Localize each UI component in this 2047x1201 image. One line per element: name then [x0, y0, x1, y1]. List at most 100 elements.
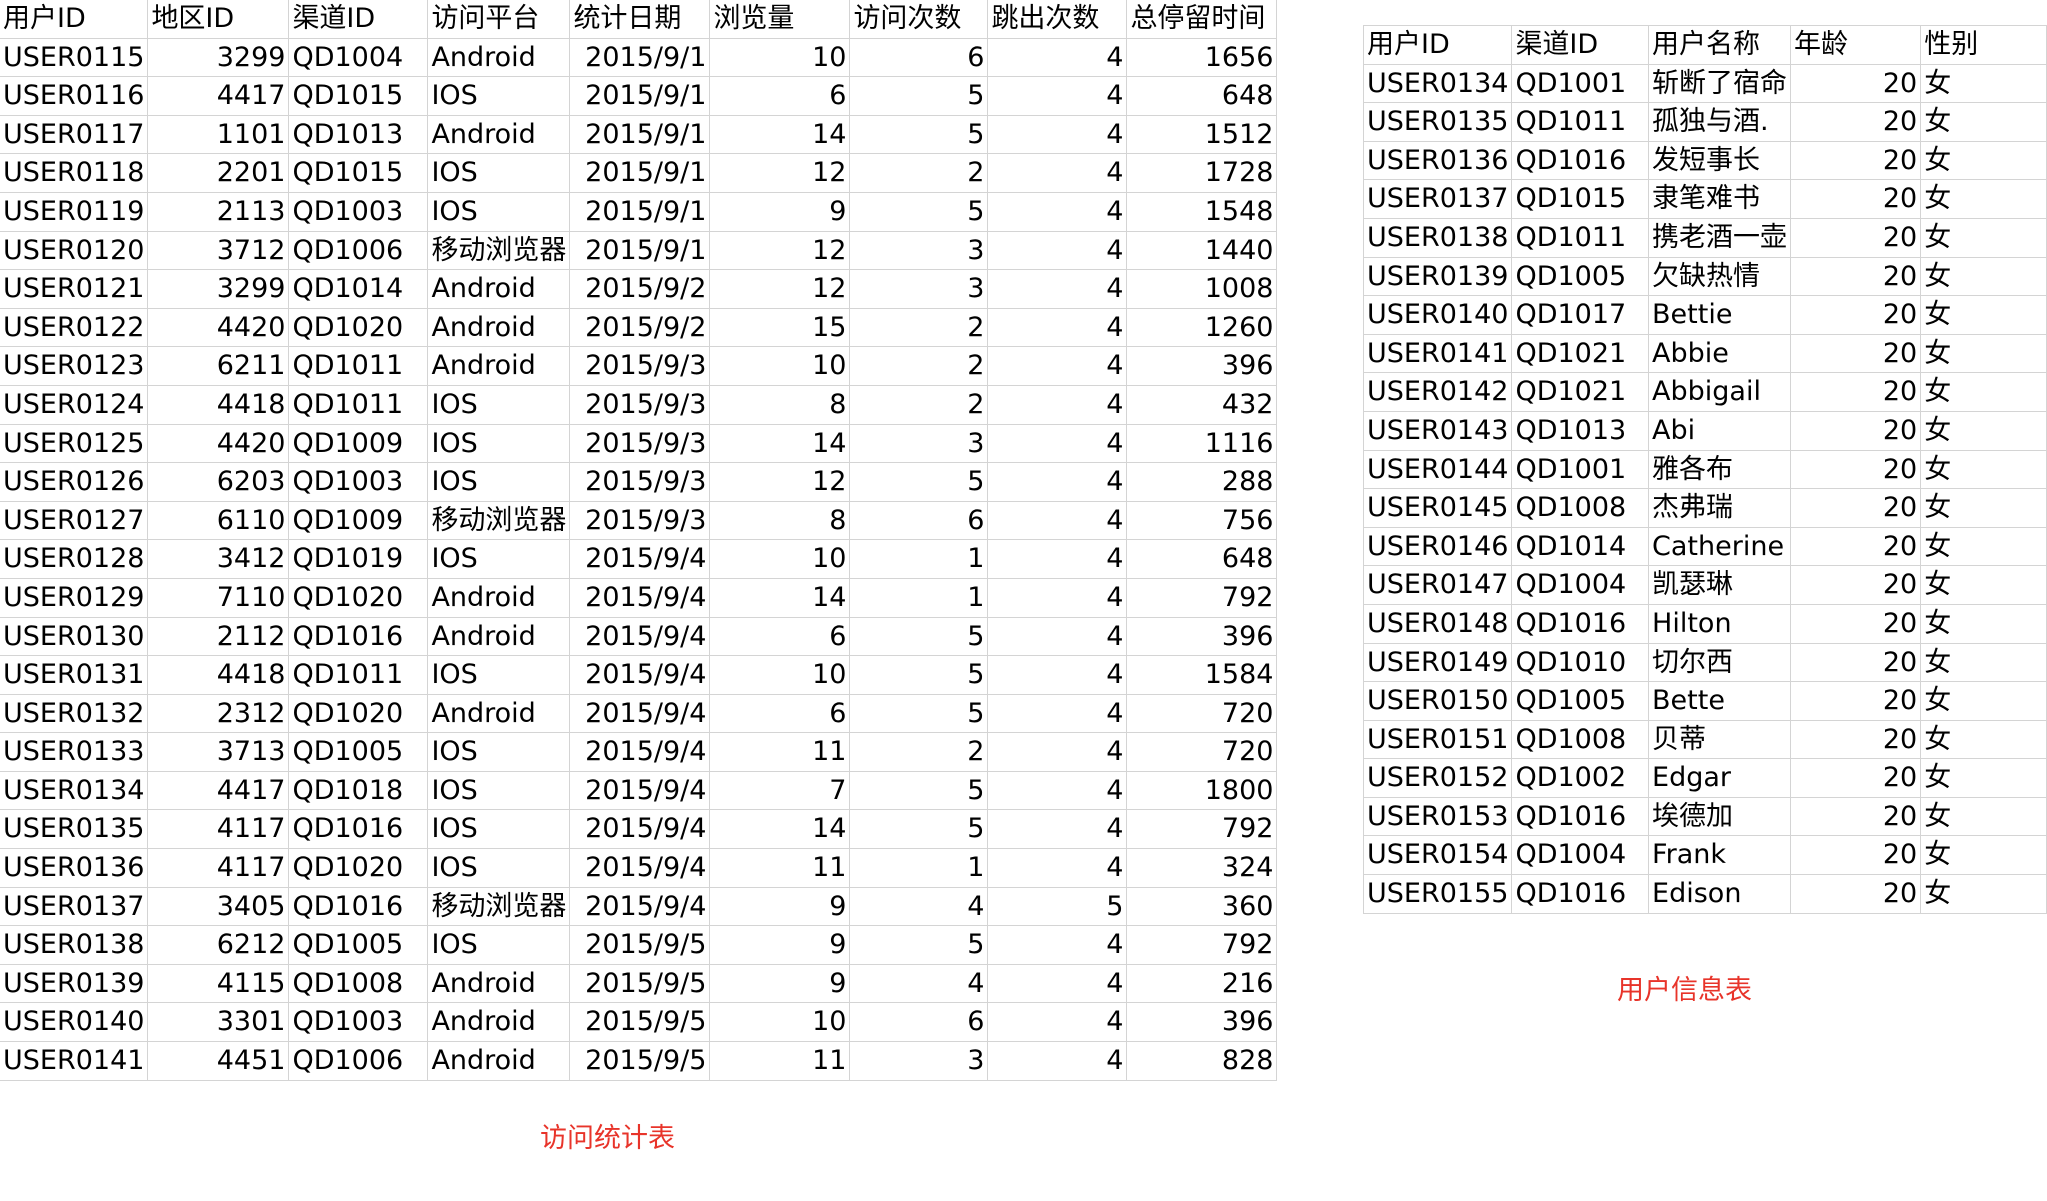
table-cell[interactable]: 20 — [1790, 64, 1922, 104]
table-cell[interactable]: QD1016 — [1511, 141, 1650, 181]
table-cell[interactable]: 11 — [709, 1041, 851, 1081]
table-cell[interactable]: 9 — [709, 887, 851, 927]
table-cell[interactable]: QD1006 — [288, 231, 429, 271]
table-cell[interactable]: 4 — [987, 694, 1128, 734]
table-cell[interactable]: 4 — [987, 925, 1128, 965]
table-cell[interactable]: QD1004 — [1511, 565, 1650, 605]
table-cell[interactable]: 6 — [849, 38, 989, 78]
table-cell[interactable]: IOS — [427, 153, 571, 193]
column-header[interactable]: 用户ID — [0, 0, 149, 39]
table-cell[interactable]: 4 — [987, 153, 1128, 193]
table-cell[interactable]: USER0151 — [1362, 720, 1513, 760]
table-cell[interactable]: 女 — [1920, 141, 2047, 181]
table-cell[interactable]: 6 — [709, 617, 851, 657]
table-cell[interactable]: USER0141 — [1362, 334, 1513, 374]
table-cell[interactable]: 5 — [849, 617, 989, 657]
table-cell[interactable]: 1 — [849, 539, 989, 579]
table-cell[interactable]: 2 — [849, 153, 989, 193]
table-cell[interactable]: 1584 — [1126, 655, 1278, 695]
table-cell[interactable]: IOS — [427, 655, 571, 695]
table-cell[interactable]: 2015/9/5 — [569, 925, 711, 965]
table-cell[interactable]: USER0142 — [1362, 372, 1513, 412]
table-cell[interactable]: QD1013 — [1511, 411, 1650, 451]
table-cell[interactable]: 4 — [987, 462, 1128, 502]
table-cell[interactable]: Android — [427, 38, 571, 78]
table-cell[interactable]: QD1004 — [288, 38, 429, 78]
column-header[interactable]: 地区ID — [147, 0, 290, 39]
table-cell[interactable]: QD1014 — [288, 269, 429, 309]
table-cell[interactable]: 4 — [987, 964, 1128, 1004]
table-cell[interactable]: 女 — [1920, 257, 2047, 297]
table-cell[interactable]: Hilton — [1648, 604, 1792, 644]
table-cell[interactable]: USER0130 — [0, 617, 149, 657]
table-cell[interactable]: IOS — [427, 462, 571, 502]
table-cell[interactable]: 20 — [1790, 179, 1922, 219]
table-cell[interactable]: 2015/9/4 — [569, 694, 711, 734]
table-cell[interactable]: QD1017 — [1511, 295, 1650, 335]
column-header[interactable]: 性别 — [1920, 25, 2047, 65]
table-cell[interactable]: 1548 — [1126, 192, 1278, 232]
table-cell[interactable]: Bettie — [1648, 295, 1792, 335]
table-cell[interactable]: 女 — [1920, 643, 2047, 683]
table-cell[interactable]: 女 — [1920, 372, 2047, 412]
table-cell[interactable]: 4417 — [147, 76, 290, 116]
table-cell[interactable]: QD1015 — [288, 153, 429, 193]
table-cell[interactable]: 2015/9/3 — [569, 462, 711, 502]
table-cell[interactable]: QD1021 — [1511, 372, 1650, 412]
table-cell[interactable]: 发短事长 — [1648, 141, 1792, 181]
table-cell[interactable]: 女 — [1920, 758, 2047, 798]
table-cell[interactable]: USER0134 — [1362, 64, 1513, 104]
table-cell[interactable]: 孤独与酒. — [1648, 102, 1792, 142]
table-cell[interactable]: 5 — [849, 115, 989, 155]
table-cell[interactable]: 4 — [987, 578, 1128, 618]
table-cell[interactable]: 10 — [709, 38, 851, 78]
table-cell[interactable]: QD1013 — [288, 115, 429, 155]
table-cell[interactable]: 288 — [1126, 462, 1278, 502]
table-cell[interactable]: Android — [427, 617, 571, 657]
table-cell[interactable]: USER0134 — [0, 771, 149, 811]
table-cell[interactable]: 女 — [1920, 874, 2047, 914]
table-cell[interactable]: QD1005 — [288, 732, 429, 772]
table-cell[interactable]: 女 — [1920, 334, 2047, 374]
table-cell[interactable]: IOS — [427, 76, 571, 116]
table-cell[interactable]: 1656 — [1126, 38, 1278, 78]
table-cell[interactable]: USER0146 — [1362, 527, 1513, 567]
table-cell[interactable]: 雅各布 — [1648, 450, 1792, 490]
table-cell[interactable]: QD1010 — [1511, 643, 1650, 683]
table-cell[interactable]: USER0140 — [1362, 295, 1513, 335]
table-cell[interactable]: 携老酒一壶 — [1648, 218, 1792, 258]
table-cell[interactable]: QD1008 — [1511, 720, 1650, 760]
table-cell[interactable]: 4 — [987, 655, 1128, 695]
table-cell[interactable]: 2015/9/4 — [569, 617, 711, 657]
table-cell[interactable]: 720 — [1126, 694, 1278, 734]
table-cell[interactable]: USER0129 — [0, 578, 149, 618]
table-cell[interactable]: 2015/9/3 — [569, 385, 711, 425]
table-cell[interactable]: 女 — [1920, 527, 2047, 567]
table-cell[interactable]: 7110 — [147, 578, 290, 618]
table-cell[interactable]: QD1001 — [1511, 64, 1650, 104]
table-cell[interactable]: IOS — [427, 539, 571, 579]
table-cell[interactable]: USER0144 — [1362, 450, 1513, 490]
table-cell[interactable]: USER0136 — [1362, 141, 1513, 181]
table-cell[interactable]: 8 — [709, 385, 851, 425]
table-cell[interactable]: 4 — [987, 771, 1128, 811]
table-cell[interactable]: QD1020 — [288, 308, 429, 348]
table-cell[interactable]: 2113 — [147, 192, 290, 232]
table-cell[interactable]: 4117 — [147, 809, 290, 850]
table-cell[interactable]: Edgar — [1648, 758, 1792, 798]
table-cell[interactable]: QD1016 — [1511, 874, 1650, 914]
table-cell[interactable]: QD1008 — [1511, 488, 1650, 528]
table-cell[interactable]: 12 — [709, 269, 851, 309]
table-cell[interactable]: Edison — [1648, 874, 1792, 914]
table-cell[interactable]: QD1003 — [288, 462, 429, 502]
table-cell[interactable]: USER0125 — [0, 424, 149, 464]
table-cell[interactable]: 4 — [987, 617, 1128, 657]
table-cell[interactable]: IOS — [427, 848, 571, 888]
table-cell[interactable]: QD1011 — [288, 346, 429, 386]
table-cell[interactable]: Android — [427, 115, 571, 155]
table-cell[interactable]: 4115 — [147, 964, 290, 1004]
table-cell[interactable]: 20 — [1790, 874, 1922, 914]
table-cell[interactable]: QD1016 — [1511, 797, 1650, 837]
table-cell[interactable]: 女 — [1920, 102, 2047, 142]
table-cell[interactable]: 792 — [1126, 809, 1278, 850]
